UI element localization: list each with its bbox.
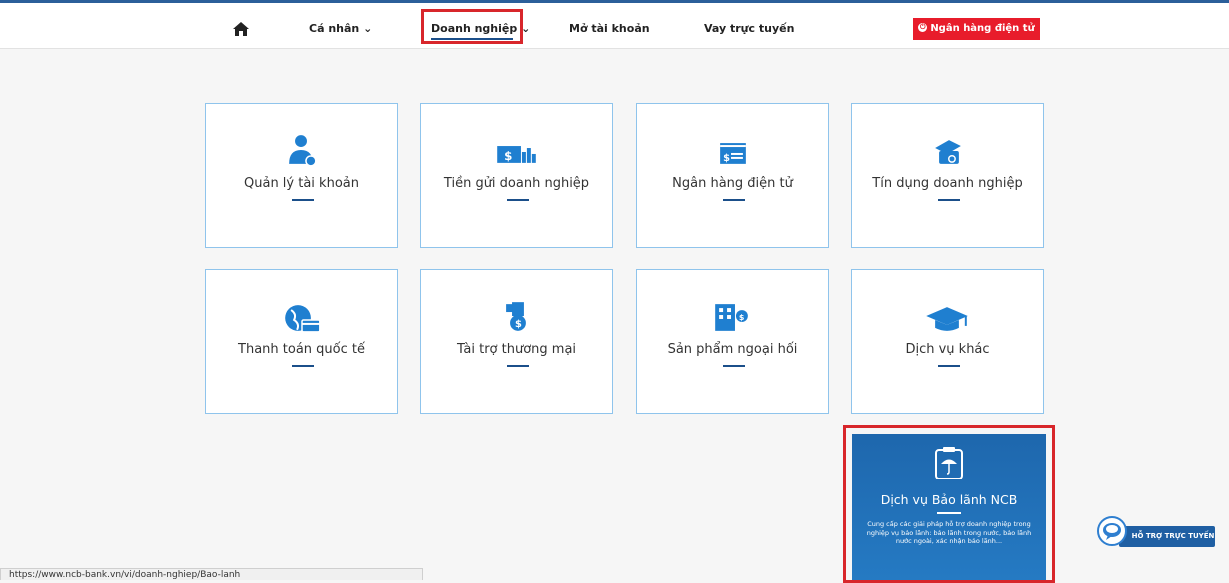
deposit-money-icon: $ [497,146,536,163]
card-san-pham-ngoai-hoi[interactable]: $ Sản phẩm ngoại hối [636,269,829,414]
nav-ca-nhan[interactable]: Cá nhân ⌄ [309,22,372,35]
ebanking-button-label: Ngân hàng điện tử [930,23,1035,34]
top-navigation-bar: Cá nhân ⌄ Doanh nghiệp ⌄ Mở tài khoản Va… [0,3,1229,49]
svg-text:$: $ [739,313,745,322]
card-label: Thanh toán quốc tế [238,342,365,357]
online-support-button[interactable]: HỖ TRỢ TRỰC TUYẾN [1097,515,1217,549]
online-support-label: HỖ TRỢ TRỰC TUYẾN [1119,526,1215,547]
card-tien-gui-doanh-nghiep[interactable]: $ Tiền gửi doanh nghiệp [420,103,613,248]
power-icon: ⏻ [918,22,928,32]
trade-finance-icon: $ [506,302,526,331]
svg-text:$: $ [723,153,730,164]
card-label: Dịch vụ khác [905,342,990,357]
card-quan-ly-tai-khoan[interactable]: Quản lý tài khoản [205,103,398,248]
home-icon[interactable] [232,21,250,37]
card-thanh-toan-quoc-te[interactable]: Thanh toán quốc tế [205,269,398,414]
card-tai-tro-thuong-mai[interactable]: $ Tài trợ thương mại [420,269,613,414]
ebanking-card-icon: $ [720,143,746,164]
card-underline [723,199,745,201]
card-ngan-hang-dien-tu[interactable]: $ Ngân hàng điện tử [636,103,829,248]
credit-hand-icon [935,140,961,164]
card-label: Tín dụng doanh nghiệp [872,176,1023,191]
featured-highlight-box [843,425,1055,583]
card-label: Quản lý tài khoản [244,176,359,191]
card-label: Ngân hàng điện tử [672,176,793,191]
card-underline [507,365,529,367]
ebanking-button[interactable]: ⏻ Ngân hàng điện tử [913,18,1040,40]
globe-card-icon [285,305,321,333]
card-underline [292,365,314,367]
chat-bubble-icon [1097,516,1127,546]
card-underline [292,199,314,201]
card-dich-vu-khac[interactable]: Dịch vụ khác [851,269,1044,414]
graduation-cap-icon [926,307,968,331]
card-label: Tiền gửi doanh nghiệp [443,176,590,191]
card-label: Tài trợ thương mại [456,342,577,357]
card-underline [723,365,745,367]
forex-building-icon: $ [715,304,748,331]
card-underline [938,199,960,201]
browser-status-url: https://www.ncb-bank.vn/vi/doanh-nghiep/… [0,568,423,580]
card-tin-dung-doanh-nghiep[interactable]: Tín dụng doanh nghiệp [851,103,1044,248]
svg-text:$: $ [504,149,512,163]
svg-text:$: $ [515,319,522,330]
card-label: Sản phẩm ngoại hối [667,342,798,357]
card-underline [507,199,529,201]
card-underline [938,365,960,367]
account-manager-icon [289,135,317,167]
doanh-nghiep-highlight-box [421,9,523,44]
nav-vay-truc-tuyen[interactable]: Vay trực tuyến [704,22,794,35]
nav-mo-tai-khoan[interactable]: Mở tài khoản [569,22,650,35]
